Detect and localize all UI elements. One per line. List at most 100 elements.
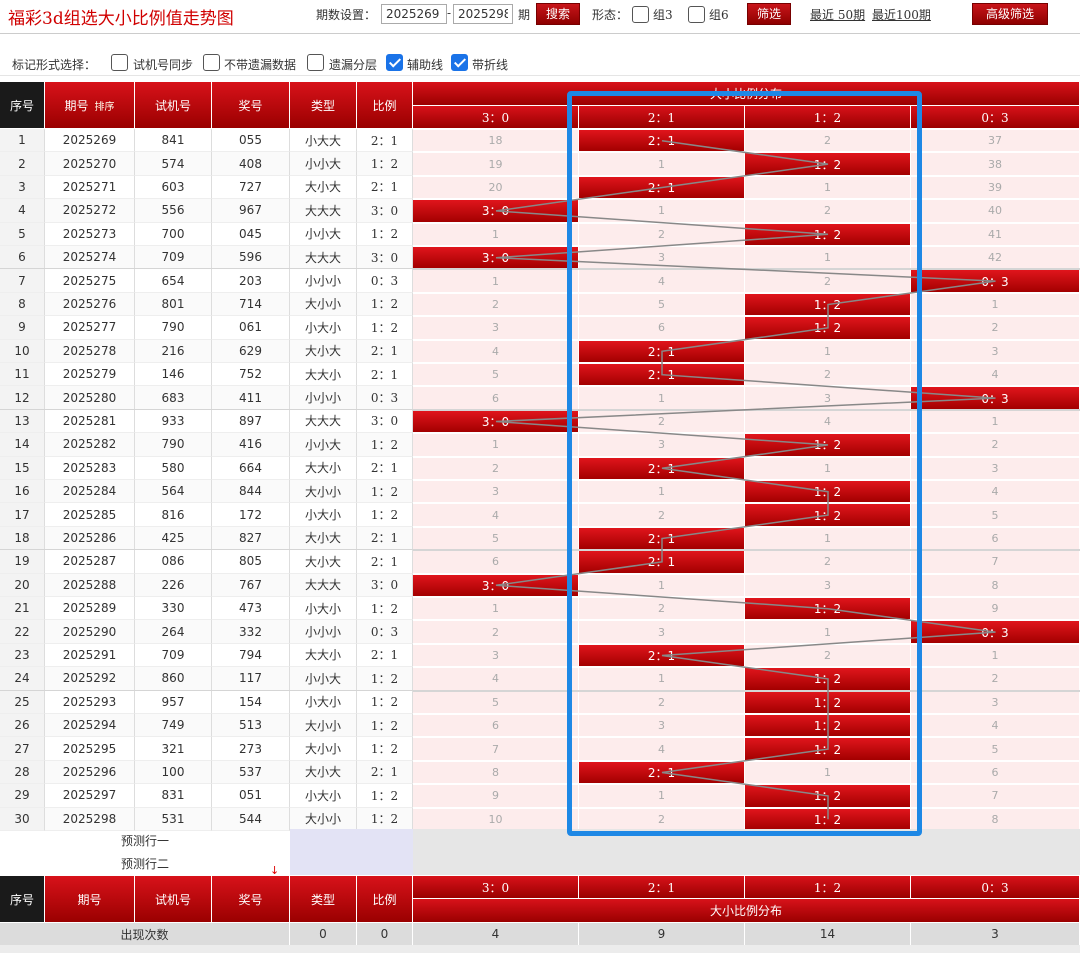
- dist-miss-cell: 2: [579, 504, 745, 526]
- cell-test: 683: [135, 386, 212, 410]
- aux-line-checkbox[interactable]: [386, 54, 403, 71]
- cell-test: 831: [135, 784, 212, 808]
- footer-test-header: 试机号: [135, 876, 212, 922]
- group3-checkbox[interactable]: [632, 6, 649, 23]
- dist-miss-cell: 1: [579, 574, 745, 596]
- dist-miss-cell: 39: [911, 176, 1080, 199]
- cell-seq: 21: [0, 597, 45, 621]
- miss-layer-checkbox[interactable]: [307, 54, 324, 71]
- cell-period: 2025285: [45, 503, 135, 527]
- cell-type: 大小大: [290, 760, 357, 785]
- miss-layer-label: 遗漏分层: [329, 58, 378, 72]
- cell-type: 大小小: [290, 807, 357, 831]
- dist-miss-cell: 2: [745, 644, 911, 667]
- filter-button[interactable]: 筛选: [747, 3, 791, 25]
- cell-seq: 19: [0, 550, 45, 574]
- dist-miss-cell: 4: [579, 738, 745, 760]
- dist-miss-cell: 3: [579, 715, 745, 737]
- mark-options-label: 标记形式选择：: [12, 58, 97, 72]
- cell-ratio: 1：2: [357, 222, 413, 246]
- cell-prize: 273: [212, 737, 290, 761]
- dist-col-header-12: 1：2: [745, 106, 911, 128]
- dist-hit-cell: 2：1: [579, 340, 745, 362]
- dist-hit-cell: 2：1: [579, 551, 745, 573]
- cell-type: 小小小: [290, 269, 357, 293]
- cell-ratio: 1：2: [357, 737, 413, 761]
- cell-period: 2025291: [45, 643, 135, 668]
- dist-miss-cell: 2: [745, 551, 911, 573]
- dist-miss-cell: 2: [579, 808, 745, 830]
- cell-period: 2025280: [45, 386, 135, 410]
- cell-ratio: 2：1: [357, 363, 413, 387]
- cell-period: 2025281: [45, 409, 135, 434]
- page-title: 福彩3d组选大小比例值走势图: [8, 9, 234, 29]
- cell-period: 2025272: [45, 199, 135, 223]
- period-from-input[interactable]: [381, 4, 447, 24]
- cell-test: 100: [135, 760, 212, 785]
- col-type-header: 类型: [290, 82, 357, 128]
- dist-miss-cell: 1: [579, 387, 745, 409]
- dist-miss-cell: 2: [745, 200, 911, 222]
- cell-type: 小大大: [290, 129, 357, 153]
- sort-button[interactable]: 排序: [95, 98, 115, 113]
- dist-hit-cell: 3：0: [413, 200, 579, 222]
- cell-type: 小小大: [290, 433, 357, 457]
- cell-test: 801: [135, 292, 212, 317]
- cell-period: 2025289: [45, 597, 135, 621]
- cell-type: 小大小: [290, 690, 357, 714]
- search-button[interactable]: 搜索: [536, 3, 580, 25]
- dist-miss-cell: 2: [579, 223, 745, 245]
- period-dash: -: [447, 6, 452, 20]
- cell-type: 大小小: [290, 480, 357, 504]
- cell-prize: 544: [212, 807, 290, 831]
- period-to-input[interactable]: [453, 4, 513, 24]
- cell-ratio: 3：0: [357, 409, 413, 434]
- cell-test: 264: [135, 620, 212, 644]
- period-setting-label: 期数设置：: [316, 8, 377, 22]
- dist-hit-cell: 1：2: [745, 153, 911, 175]
- cell-ratio: 3：0: [357, 573, 413, 597]
- cell-test: 860: [135, 667, 212, 691]
- dist-hit-cell: 1：2: [745, 738, 911, 760]
- cell-test: 425: [135, 526, 212, 551]
- dist-miss-cell: 7: [413, 738, 579, 760]
- dist-miss-cell: 4: [413, 504, 579, 526]
- predict-dist-area[interactable]: [413, 829, 1080, 875]
- cell-ratio: 0：3: [357, 269, 413, 293]
- dist-miss-cell: 5: [413, 691, 579, 713]
- cell-prize: 055: [212, 129, 290, 153]
- dist-miss-cell: 4: [413, 668, 579, 690]
- cell-ratio: 1：2: [357, 667, 413, 691]
- recent-50-link[interactable]: 最近 50期: [810, 6, 865, 23]
- cell-period: 2025296: [45, 760, 135, 785]
- cell-prize: 203: [212, 269, 290, 293]
- cell-prize: 117: [212, 667, 290, 691]
- recent-100-link[interactable]: 最近100期: [872, 6, 931, 23]
- no-miss-data-checkbox[interactable]: [203, 54, 220, 71]
- dist-miss-cell: 1: [579, 785, 745, 807]
- dist-miss-cell: 4: [745, 410, 911, 433]
- dist-miss-cell: 3: [579, 434, 745, 456]
- dist-miss-cell: 3: [911, 457, 1080, 479]
- cell-ratio: 1：2: [357, 480, 413, 504]
- col-ratio-header: 比例: [357, 82, 413, 128]
- dist-miss-cell: 1: [745, 176, 911, 199]
- cell-type: 大小大: [290, 550, 357, 574]
- predict-input-area[interactable]: [290, 829, 413, 875]
- group6-checkbox[interactable]: [688, 6, 705, 23]
- cell-seq: 26: [0, 714, 45, 738]
- dist-miss-cell: 6: [413, 715, 579, 737]
- dist-miss-cell: 1: [413, 270, 579, 292]
- cell-ratio: 2：1: [357, 339, 413, 363]
- cell-ratio: 1：2: [357, 714, 413, 738]
- sync-test-checkbox[interactable]: [111, 54, 128, 71]
- count-label: 出现次数: [0, 923, 290, 945]
- col-period-header[interactable]: 期号 排序: [45, 82, 135, 128]
- cell-prize: 752: [212, 363, 290, 387]
- advanced-filter-button[interactable]: 高级筛选: [972, 3, 1048, 25]
- cell-ratio: 1：2: [357, 597, 413, 621]
- dist-miss-cell: 1: [911, 293, 1080, 316]
- polyline-checkbox[interactable]: [451, 54, 468, 71]
- cell-ratio: 1：2: [357, 503, 413, 527]
- dist-miss-cell: 6: [413, 551, 579, 573]
